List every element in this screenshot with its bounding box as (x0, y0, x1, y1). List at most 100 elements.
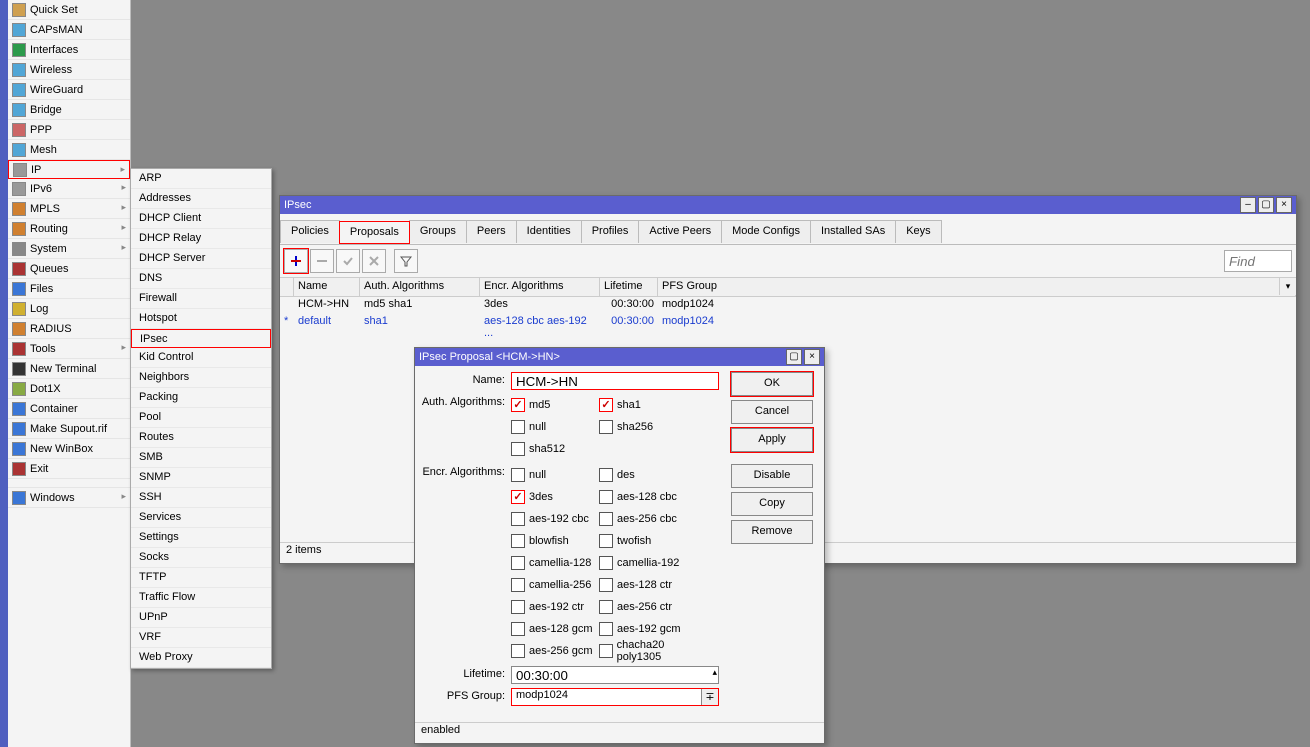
ok-button[interactable]: OK (731, 372, 813, 396)
col-encr[interactable]: Encr. Algorithms (480, 278, 600, 296)
checkbox-chacha20-poly1305[interactable]: chacha20 poly1305 (599, 640, 709, 662)
sidebar-item-exit[interactable]: Exit (8, 459, 130, 479)
add-button[interactable] (284, 249, 308, 273)
checkbox-3des[interactable]: 3des (511, 486, 599, 508)
submenu-item-arp[interactable]: ARP (131, 169, 271, 189)
checkbox-md5[interactable]: md5 (511, 394, 599, 416)
sidebar-item-ppp[interactable]: PPP (8, 120, 130, 140)
cancel-button[interactable]: Cancel (731, 400, 813, 424)
sidebar-item-mesh[interactable]: Mesh (8, 140, 130, 160)
tab-proposals[interactable]: Proposals (339, 221, 410, 244)
remove-button[interactable] (310, 249, 334, 273)
checkbox-blowfish[interactable]: blowfish (511, 530, 599, 552)
submenu-item-dhcp-client[interactable]: DHCP Client (131, 209, 271, 229)
submenu-item-web-proxy[interactable]: Web Proxy (131, 648, 271, 668)
checkbox-aes-128-cbc[interactable]: aes-128 cbc (599, 486, 687, 508)
submenu-item-socks[interactable]: Socks (131, 548, 271, 568)
tab-profiles[interactable]: Profiles (581, 220, 640, 243)
sidebar-item-dot1x[interactable]: Dot1X (8, 379, 130, 399)
sidebar-item-files[interactable]: Files (8, 279, 130, 299)
submenu-item-dhcp-relay[interactable]: DHCP Relay (131, 229, 271, 249)
sidebar-item-interfaces[interactable]: Interfaces (8, 40, 130, 60)
columns-dropdown[interactable]: ▾ (1279, 278, 1296, 295)
close-button[interactable]: × (1276, 197, 1292, 213)
apply-button[interactable]: Apply (731, 428, 813, 452)
checkbox-des[interactable]: des (599, 464, 687, 486)
checkbox-camellia-192[interactable]: camellia-192 (599, 552, 687, 574)
table-row[interactable]: HCM->HNmd5 sha13des00:30:00modp1024 (280, 297, 1296, 314)
checkbox-camellia-128[interactable]: camellia-128 (511, 552, 599, 574)
tab-identities[interactable]: Identities (516, 220, 582, 243)
sidebar-item-capsman[interactable]: CAPsMAN (8, 20, 130, 40)
submenu-item-vrf[interactable]: VRF (131, 628, 271, 648)
sidebar-item-log[interactable]: Log (8, 299, 130, 319)
checkbox-aes-192-cbc[interactable]: aes-192 cbc (511, 508, 599, 530)
spinner-up-icon[interactable]: ▴ (712, 667, 717, 678)
col-name[interactable]: Name (294, 278, 360, 296)
checkbox-sha1[interactable]: sha1 (599, 394, 687, 416)
submenu-item-snmp[interactable]: SNMP (131, 468, 271, 488)
sidebar-item-quick-set[interactable]: Quick Set (8, 0, 130, 20)
remove-button[interactable]: Remove (731, 520, 813, 544)
find-input[interactable] (1224, 250, 1292, 272)
checkbox-aes-256-gcm[interactable]: aes-256 gcm (511, 640, 599, 662)
maximize-button[interactable]: ▢ (786, 349, 802, 365)
tab-peers[interactable]: Peers (466, 220, 517, 243)
submenu-item-tftp[interactable]: TFTP (131, 568, 271, 588)
col-lifetime[interactable]: Lifetime (600, 278, 658, 296)
submenu-item-hotspot[interactable]: Hotspot (131, 309, 271, 329)
sidebar-item-queues[interactable]: Queues (8, 259, 130, 279)
checkbox-aes-256-ctr[interactable]: aes-256 ctr (599, 596, 687, 618)
submenu-item-dhcp-server[interactable]: DHCP Server (131, 249, 271, 269)
lifetime-input[interactable] (511, 666, 719, 684)
submenu-item-addresses[interactable]: Addresses (131, 189, 271, 209)
enable-button[interactable] (336, 249, 360, 273)
tab-keys[interactable]: Keys (895, 220, 941, 243)
sidebar-item-windows[interactable]: Windows ▸ (8, 488, 130, 508)
window-titlebar[interactable]: IPsec Proposal <HCM->HN> ▢ × (415, 348, 824, 366)
checkbox-aes-128-ctr[interactable]: aes-128 ctr (599, 574, 687, 596)
sidebar-item-radius[interactable]: RADIUS (8, 319, 130, 339)
checkbox-aes-256-cbc[interactable]: aes-256 cbc (599, 508, 687, 530)
checkbox-aes-192-ctr[interactable]: aes-192 ctr (511, 596, 599, 618)
close-button[interactable]: × (804, 349, 820, 365)
checkbox-camellia-256[interactable]: camellia-256 (511, 574, 599, 596)
submenu-item-settings[interactable]: Settings (131, 528, 271, 548)
sidebar-item-ipv6[interactable]: IPv6▸ (8, 179, 130, 199)
tab-groups[interactable]: Groups (409, 220, 467, 243)
sidebar-item-container[interactable]: Container (8, 399, 130, 419)
sidebar-item-tools[interactable]: Tools▸ (8, 339, 130, 359)
checkbox-null[interactable]: null (511, 464, 599, 486)
chevron-down-icon[interactable]: ∓ (701, 689, 718, 705)
submenu-item-traffic-flow[interactable]: Traffic Flow (131, 588, 271, 608)
tab-installed-sas[interactable]: Installed SAs (810, 220, 896, 243)
disable-button[interactable] (362, 249, 386, 273)
submenu-item-ssh[interactable]: SSH (131, 488, 271, 508)
table-row[interactable]: *defaultsha1aes-128 cbc aes-192 ...00:30… (280, 314, 1296, 331)
sidebar-item-wireguard[interactable]: WireGuard (8, 80, 130, 100)
submenu-item-upnp[interactable]: UPnP (131, 608, 271, 628)
submenu-item-services[interactable]: Services (131, 508, 271, 528)
disable-button[interactable]: Disable (731, 464, 813, 488)
name-input[interactable] (511, 372, 719, 390)
copy-button[interactable]: Copy (731, 492, 813, 516)
sidebar-item-bridge[interactable]: Bridge (8, 100, 130, 120)
minimize-button[interactable]: – (1240, 197, 1256, 213)
sidebar-item-wireless[interactable]: Wireless (8, 60, 130, 80)
col-auth[interactable]: Auth. Algorithms (360, 278, 480, 296)
sidebar-item-routing[interactable]: Routing▸ (8, 219, 130, 239)
table-header[interactable]: Name Auth. Algorithms Encr. Algorithms L… (280, 278, 1296, 297)
sidebar-item-system[interactable]: System▸ (8, 239, 130, 259)
sidebar-item-mpls[interactable]: MPLS▸ (8, 199, 130, 219)
col-pfs[interactable]: PFS Group (658, 278, 1296, 296)
maximize-button[interactable]: ▢ (1258, 197, 1274, 213)
tab-policies[interactable]: Policies (280, 220, 340, 243)
submenu-item-pool[interactable]: Pool (131, 408, 271, 428)
sidebar-item-new-winbox[interactable]: New WinBox (8, 439, 130, 459)
submenu-item-kid-control[interactable]: Kid Control (131, 348, 271, 368)
checkbox-sha256[interactable]: sha256 (599, 416, 687, 438)
window-titlebar[interactable]: IPsec – ▢ × (280, 196, 1296, 214)
submenu-item-ipsec[interactable]: IPsec (131, 329, 271, 348)
checkbox-twofish[interactable]: twofish (599, 530, 687, 552)
submenu-item-firewall[interactable]: Firewall (131, 289, 271, 309)
